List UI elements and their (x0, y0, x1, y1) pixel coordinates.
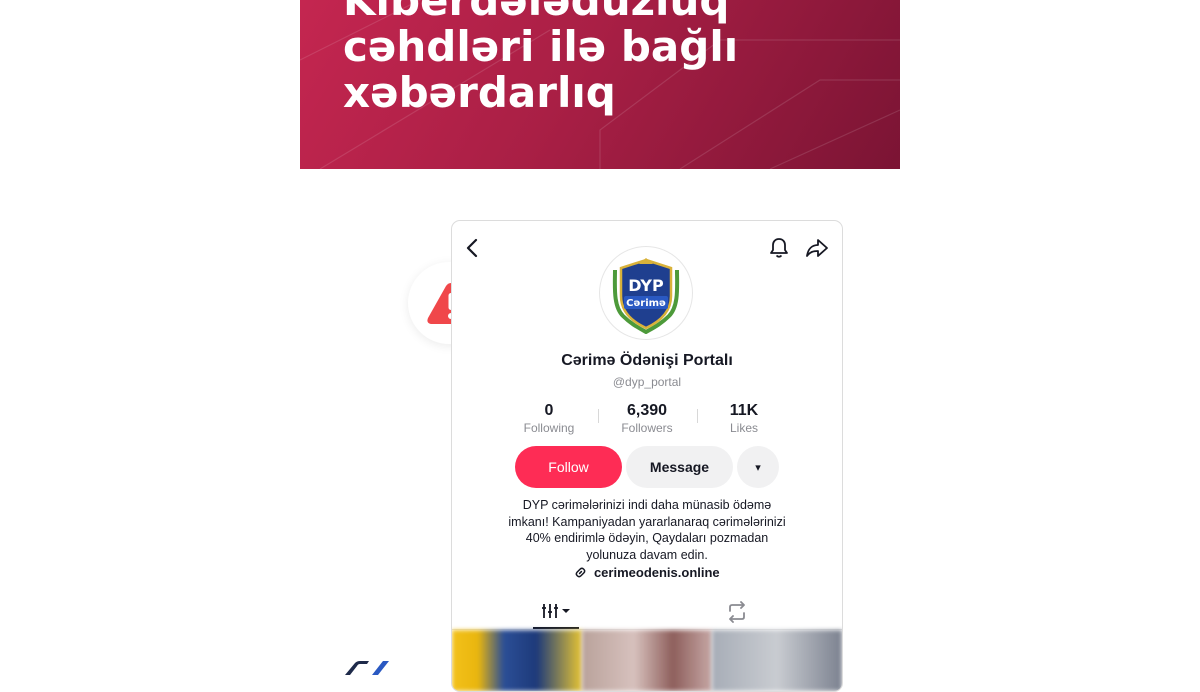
banner-title-line: Kiberdələduzluq (343, 0, 730, 25)
profile-bio: DYP cərimələrinizi indi daha münasib ödə… (472, 497, 822, 563)
bio-line: DYP cərimələrinizi indi daha münasib ödə… (522, 498, 772, 512)
banner-title-line: xəbərdarlıq (343, 68, 616, 117)
stat-followers[interactable]: 6,390 Followers (597, 402, 697, 436)
profile-link[interactable]: cerimeodenis.online (452, 565, 842, 580)
repost-icon (729, 601, 745, 623)
stat-label: Likes (729, 421, 758, 435)
stat-value: 0 (544, 402, 554, 419)
tab-videos[interactable] (528, 595, 648, 629)
header-banner: Kiberdələduzluq cəhdləri ilə bağlı xəbər… (300, 0, 900, 169)
message-button[interactable]: Message (626, 446, 733, 488)
dyp-shield-logo: DYP Cərimə (612, 258, 680, 334)
profile-link-text: cerimeodenis.online (593, 565, 720, 580)
banner-title: Kiberdələduzluq cəhdləri ilə bağlı xəbər… (343, 0, 738, 116)
stat-label: Following (523, 421, 575, 435)
share-icon[interactable] (805, 237, 829, 259)
avatar[interactable]: DYP Cərimə (600, 247, 692, 339)
banner-title-line: cəhdləri ilə bağlı (343, 22, 739, 71)
avatar-logo-subtext: Cərimə (626, 298, 666, 309)
more-options-button[interactable]: ▾ (737, 446, 779, 488)
bio-line: 40% endirimlə ödəyin, Qaydaları pozmadan (525, 531, 769, 545)
avatar-logo-text: DYP (628, 276, 664, 295)
stat-likes[interactable]: 11K Likes (694, 402, 794, 436)
bio-line: yolunuza davam edin. (586, 547, 708, 562)
stat-value: 6,390 (626, 402, 668, 419)
follow-button[interactable]: Follow (515, 446, 622, 488)
brand-logo-mark (345, 661, 389, 675)
stat-label: Followers (621, 421, 673, 435)
video-thumbnail[interactable] (452, 630, 582, 691)
bell-icon[interactable] (768, 237, 790, 259)
videos-grid-icon (542, 604, 570, 618)
video-thumbnail[interactable] (712, 630, 842, 691)
stat-value: 11K (729, 402, 759, 419)
tab-reposts[interactable] (677, 595, 797, 629)
back-arrow-icon[interactable] (462, 237, 484, 259)
stat-following[interactable]: 0 Following (499, 402, 599, 436)
video-thumbnail[interactable] (582, 630, 712, 691)
link-icon (575, 567, 586, 578)
tiktok-profile-screen: DYP Cərimə Cərimə Ödənişi Portalı @dyp_p… (451, 220, 843, 692)
profile-name: Cərimə Ödənişi Portalı (561, 352, 733, 369)
bio-line: imkanı! Kampaniyadan yararlanaraq cərimə… (508, 514, 786, 529)
profile-handle: @dyp_portal (612, 375, 682, 389)
